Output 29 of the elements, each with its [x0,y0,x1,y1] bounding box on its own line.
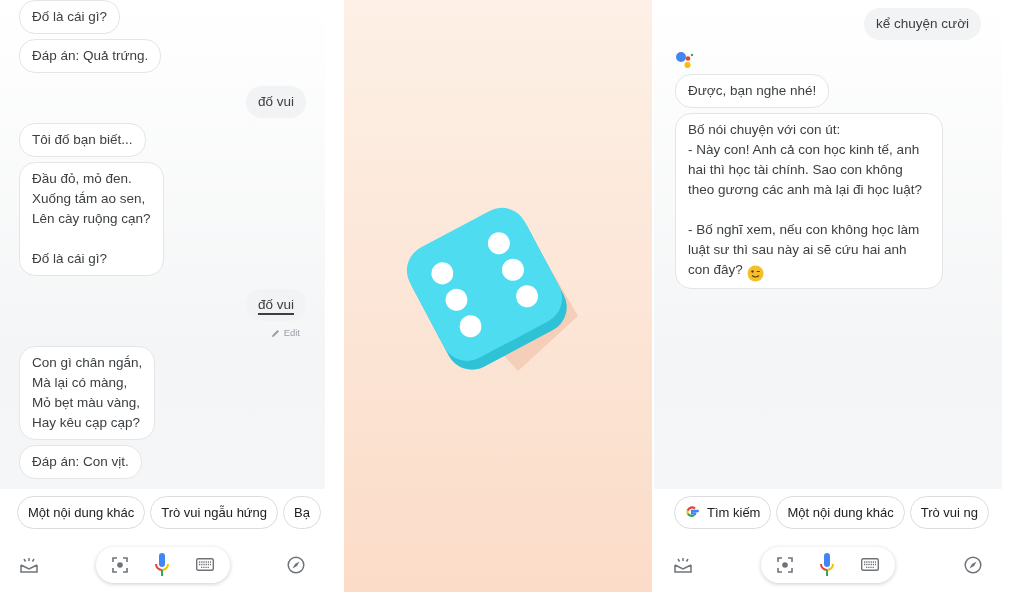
user-message: đố vui [245,86,306,119]
compass-icon[interactable] [287,555,305,574]
user-message: kể chuyện cười [864,8,981,40]
suggestion-chip[interactable]: Trò vui ng [909,495,989,529]
assistant-message: Đố là cái gì? [19,0,121,35]
lens-icon[interactable] [777,556,793,573]
assistant-message: Đáp án: Quả trứng. [19,39,162,74]
google-g-icon [685,505,699,520]
keyboard-icon[interactable] [195,558,214,571]
tray-icon[interactable] [20,556,38,573]
pencil-icon [270,328,280,338]
assistant-message: Con gì chân ngắn, Mà lại có màng, Mỏ bẹt màu vàng, Hay kêu cạp cạp? [19,345,156,440]
assistant-message: Được, bạn nghe nhé! [675,74,830,108]
suggestion-chip[interactable]: Bạ [283,495,321,529]
suggestion-chip[interactable]: Một nội dung khác [776,495,905,529]
assistant-message: Tôi đố bạn biết... [19,123,146,158]
suggestion-chip[interactable]: Trò vui ngẫu hứng [150,495,279,529]
keyboard-icon[interactable] [861,558,879,571]
suggestion-chip[interactable]: Tìm kiếm [674,495,772,529]
assistant-message: Bố nói chuyện với con út: - Này con! Anh cả con học kinh tế, anh hai thì học tài chính. Sao con không theo gương các anh mà lại đi học luật? - Bố nghĩ xem, nếu con không học làm luật sư thì sau này ai sẽ cứu hai anh con đây? [675,113,943,289]
assistant-message: Đầu đỏ, mỏ đen. Xuống tắm ao sen, Lên cày ruộng cạn? Đố là cái gì? [19,162,164,277]
tray-icon[interactable] [674,556,692,573]
user-message: đố vui [245,289,306,322]
compass-icon[interactable] [964,555,982,574]
microphone-icon[interactable] [153,552,170,577]
suggestion-chip[interactable]: Một nội dung khác [17,495,146,529]
assistant-message: Đáp án: Con vịt. [19,444,142,479]
microphone-icon[interactable] [819,552,835,577]
lens-icon[interactable] [111,556,128,573]
